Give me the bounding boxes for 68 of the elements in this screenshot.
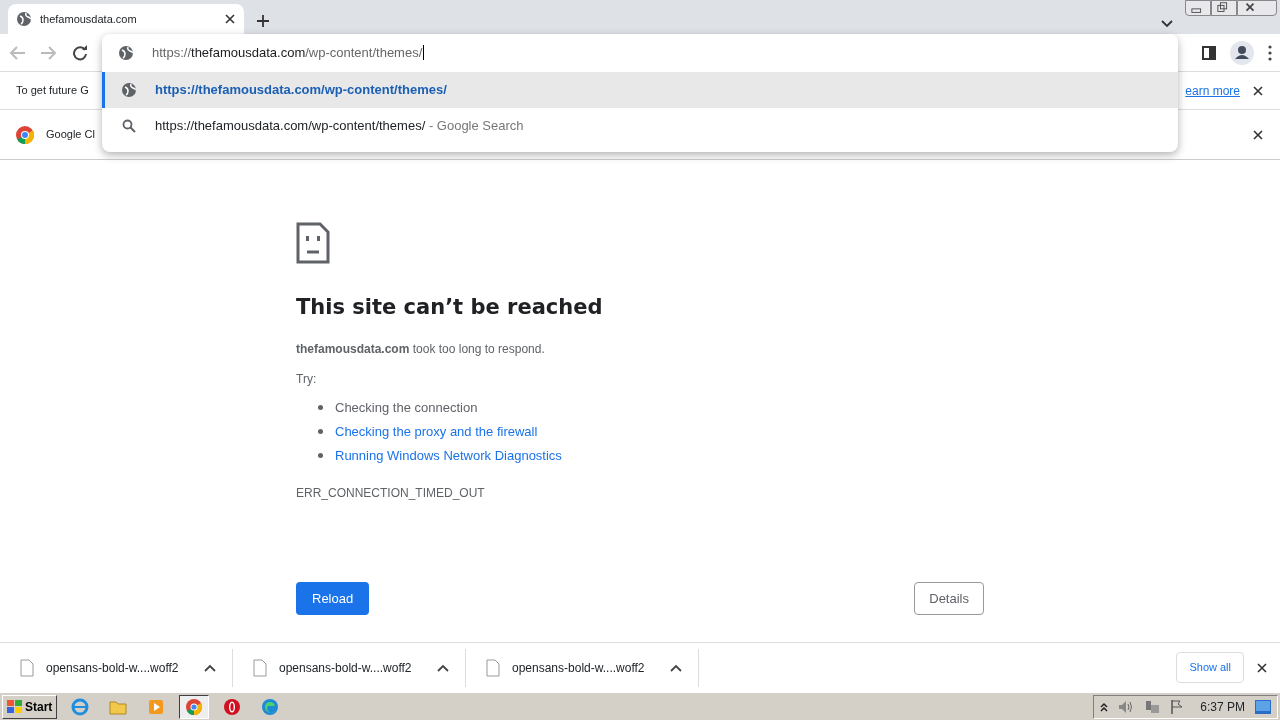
reload-icon[interactable]: [72, 44, 88, 61]
file-icon: [486, 658, 500, 677]
chevron-up-icon[interactable]: [1100, 701, 1109, 712]
error-title: This site can’t be reached: [296, 294, 604, 321]
error-message: thefamousdata.com took too long to respond.: [296, 340, 546, 358]
caret-up-icon[interactable]: [204, 663, 216, 672]
minimize-button[interactable]: [1185, 0, 1211, 16]
opera-logo-icon: [223, 697, 242, 716]
learn-more-link[interactable]: earn more: [1185, 81, 1240, 100]
chevron-down-icon: [1161, 20, 1173, 28]
close-icon[interactable]: [1252, 128, 1264, 141]
error-code: ERR_CONNECTION_TIMED_OUT: [296, 484, 486, 502]
side-panel-icon[interactable]: [1202, 45, 1216, 60]
close-button[interactable]: [1237, 0, 1277, 16]
close-icon[interactable]: [224, 13, 236, 25]
desktop-icon[interactable]: [1255, 699, 1271, 714]
bullet-icon: [318, 429, 323, 434]
suggestion-item[interactable]: https://thefamousdata.com/wp-content/themes/ - Google Search: [102, 108, 1178, 144]
edge-logo-icon: [261, 697, 280, 716]
close-icon[interactable]: [1252, 84, 1264, 97]
taskbar-button[interactable]: [179, 694, 210, 719]
download-item[interactable]: opensans-bold-w....woff2: [0, 648, 233, 687]
suggestion-item[interactable]: https://thefamousdata.com/wp-content/themes/: [102, 72, 1178, 108]
chrome-logo-icon: [185, 697, 204, 716]
ie-icon: [71, 697, 90, 716]
new-tab-button[interactable]: [256, 14, 270, 28]
sad-page-icon: [296, 222, 330, 264]
file-name: opensans-bold-w....woff2: [46, 659, 180, 677]
tab-title: thefamousdata.com: [40, 11, 138, 27]
search-icon: [121, 118, 137, 134]
bullet-icon: [318, 405, 323, 410]
globe-icon: [118, 45, 134, 61]
download-item[interactable]: opensans-bold-w....woff2: [466, 648, 699, 687]
address-field[interactable]: https://thefamousdata.com/wp-content/themes/: [102, 34, 1178, 72]
flag-icon[interactable]: [1170, 698, 1185, 715]
speaker-icon[interactable]: [1118, 699, 1135, 714]
caret-up-icon[interactable]: [670, 663, 682, 672]
info-text: To get future G: [16, 83, 89, 99]
suggestion-text: Checking the connection: [335, 398, 478, 417]
show-all-button[interactable]: Show all: [1176, 652, 1244, 683]
file-name: opensans-bold-w....woff2: [279, 659, 413, 677]
caret-up-icon[interactable]: [437, 663, 449, 672]
bullet-icon: [318, 453, 323, 458]
tab-search-button[interactable]: [1161, 20, 1173, 28]
browser-tab[interactable]: thefamousdata.com: [8, 4, 244, 34]
try-label: Try:: [296, 370, 318, 388]
file-icon: [20, 658, 34, 677]
globe-icon: [121, 82, 137, 98]
plus-icon: [256, 14, 270, 28]
windows-logo-icon: [7, 699, 23, 714]
file-icon: [253, 658, 267, 677]
media-player-icon: [147, 697, 166, 716]
close-icon[interactable]: [1256, 661, 1268, 674]
network-icon[interactable]: [1144, 698, 1161, 715]
info-text: Google Cl: [46, 127, 95, 143]
menu-icon[interactable]: [1268, 44, 1272, 61]
globe-icon: [16, 11, 32, 27]
chrome-logo-icon: [16, 125, 34, 144]
download-item[interactable]: opensans-bold-w....woff2: [233, 648, 466, 687]
suggestion-link[interactable]: Checking the proxy and the firewall: [335, 419, 538, 444]
suggestion-link[interactable]: Running Windows Network Diagnostics: [335, 443, 562, 468]
reload-button[interactable]: Reload: [296, 581, 370, 615]
clock: 6:37 PM: [1200, 698, 1245, 716]
profile-icon[interactable]: [1230, 40, 1254, 65]
start-button[interactable]: Start: [2, 694, 58, 719]
file-name: opensans-bold-w....woff2: [512, 659, 646, 677]
details-button[interactable]: Details: [914, 581, 984, 615]
restore-button[interactable]: [1211, 0, 1237, 16]
